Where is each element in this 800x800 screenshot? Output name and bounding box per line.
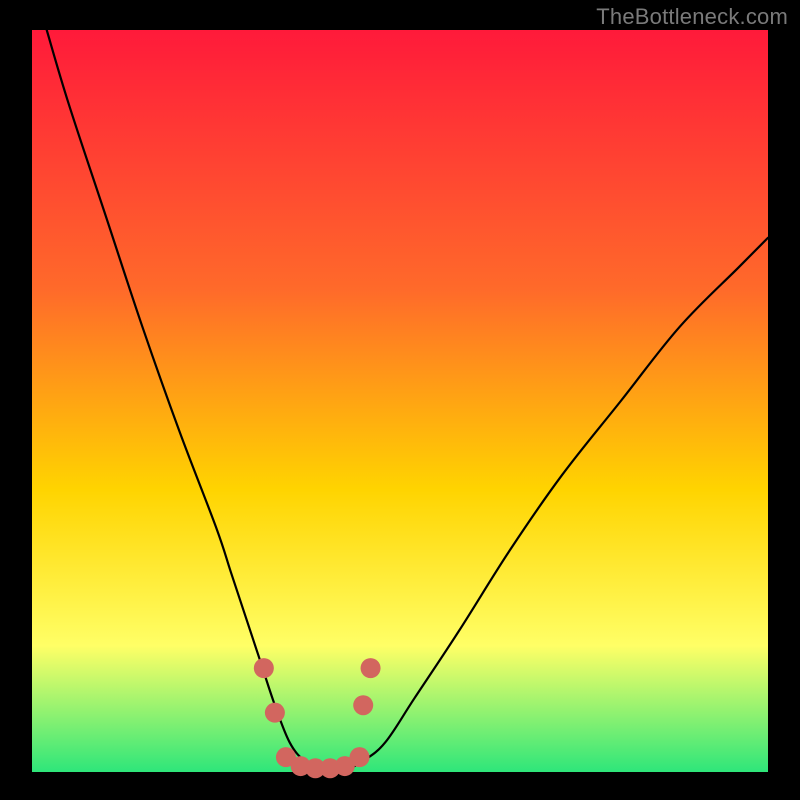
curve-marker	[353, 695, 373, 715]
curve-marker	[361, 658, 381, 678]
curve-marker	[350, 747, 370, 767]
watermark-text: TheBottleneck.com	[596, 4, 788, 30]
bottleneck-plot	[0, 0, 800, 800]
plot-background	[32, 30, 768, 772]
curve-marker	[254, 658, 274, 678]
chart-stage: TheBottleneck.com	[0, 0, 800, 800]
curve-marker	[265, 703, 285, 723]
